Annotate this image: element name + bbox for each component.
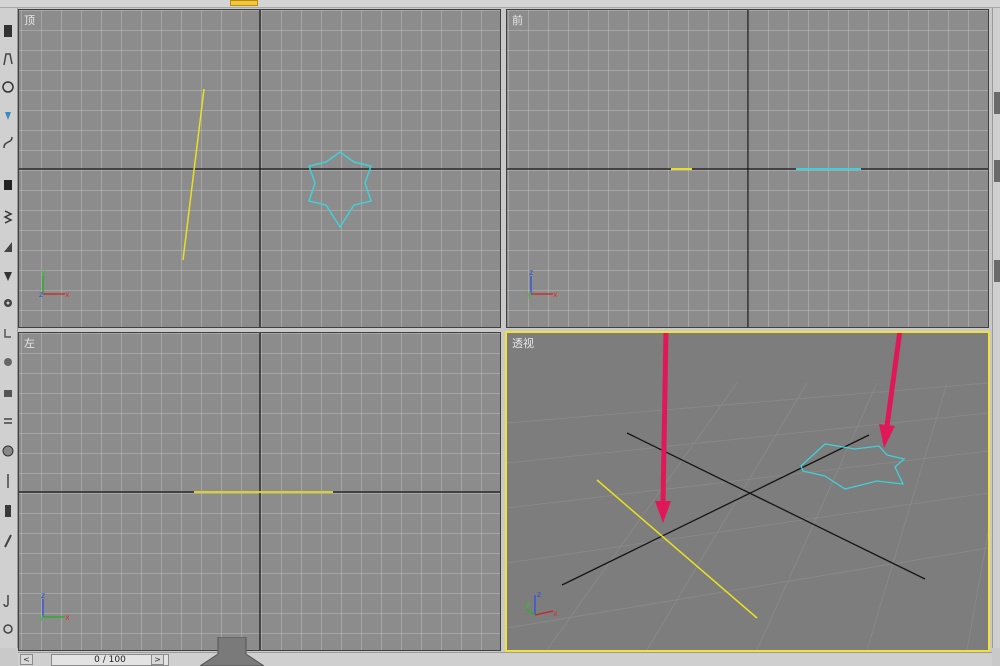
viewport-left-canvas [19, 333, 500, 650]
light-icon[interactable] [1, 354, 15, 372]
axis-tripod-icon: x z y [525, 590, 558, 618]
needle-icon[interactable] [1, 472, 15, 490]
viewport-top[interactable]: 顶 x y z [18, 9, 501, 328]
spring-icon[interactable] [1, 208, 15, 226]
axis-y-label: y [39, 613, 44, 622]
axis-x-label: x [65, 613, 70, 622]
axis-y-label: y [527, 290, 532, 299]
pen-icon[interactable] [1, 266, 15, 284]
gear-icon[interactable] [1, 294, 15, 312]
app-window: 顶 x y z 前 x z y 左 x z y 透视 x z y < 0 / 1… [0, 0, 1000, 666]
axis-x-label: x [65, 290, 70, 299]
axis-y-label: y [41, 268, 46, 277]
track-thumb-icon[interactable] [200, 637, 264, 666]
timeline-bar: < 0 / 100 > [18, 652, 992, 666]
box-icon[interactable] [1, 176, 15, 194]
viewport-left[interactable]: 左 x z y [18, 332, 501, 651]
viewport-top-canvas [19, 10, 500, 327]
hook-icon[interactable] [1, 592, 15, 610]
curve-icon[interactable] [1, 134, 15, 152]
knife-icon[interactable] [1, 532, 15, 550]
star-shape-object [800, 443, 906, 490]
viewport-front-canvas [507, 10, 988, 327]
panel-tab[interactable] [994, 260, 1000, 282]
axis-tripod-icon: x y z [39, 268, 70, 299]
active-tool-icon[interactable] [230, 0, 258, 6]
axis-y-label: y [525, 600, 530, 609]
panel-tab[interactable] [994, 160, 1000, 182]
viewport-perspective[interactable]: 透视 x z y [505, 331, 990, 652]
select-icon[interactable] [1, 22, 15, 40]
ring-icon[interactable] [1, 620, 15, 638]
axis-tripod-icon: x z y [527, 268, 558, 299]
axis-z-label: z [41, 591, 45, 600]
pin-icon[interactable] [1, 106, 15, 124]
chevron-right-icon[interactable]: > [151, 654, 164, 665]
brush-icon[interactable] [1, 502, 15, 520]
wave-icon[interactable] [1, 412, 15, 430]
axis-z-label: z [39, 290, 43, 299]
camera-icon[interactable] [1, 384, 15, 402]
axis-z-label: z [537, 590, 541, 599]
main-toolbar-strip [0, 0, 1000, 8]
chevron-left-icon[interactable]: < [20, 654, 33, 665]
line-object [182, 88, 205, 261]
line-object [596, 479, 758, 619]
rotate-icon[interactable] [1, 78, 15, 96]
hand-icon[interactable] [1, 50, 15, 68]
axis-x-label: x [553, 609, 558, 618]
star-shape-object [308, 151, 372, 229]
panel-tab[interactable] [994, 92, 1000, 114]
axis-x-label: x [553, 290, 558, 299]
axis-z-label: z [529, 268, 533, 277]
wedge-icon[interactable] [1, 238, 15, 256]
left-toolbar [0, 8, 18, 648]
sphere-icon[interactable] [1, 442, 15, 460]
axis-tripod-icon: x z y [39, 591, 70, 622]
link-icon[interactable] [1, 324, 15, 342]
grid-axis-x [626, 432, 926, 580]
viewport-perspective-canvas [507, 333, 988, 650]
grid-axis-y [561, 434, 870, 586]
viewport-front[interactable]: 前 x z y [506, 9, 989, 328]
